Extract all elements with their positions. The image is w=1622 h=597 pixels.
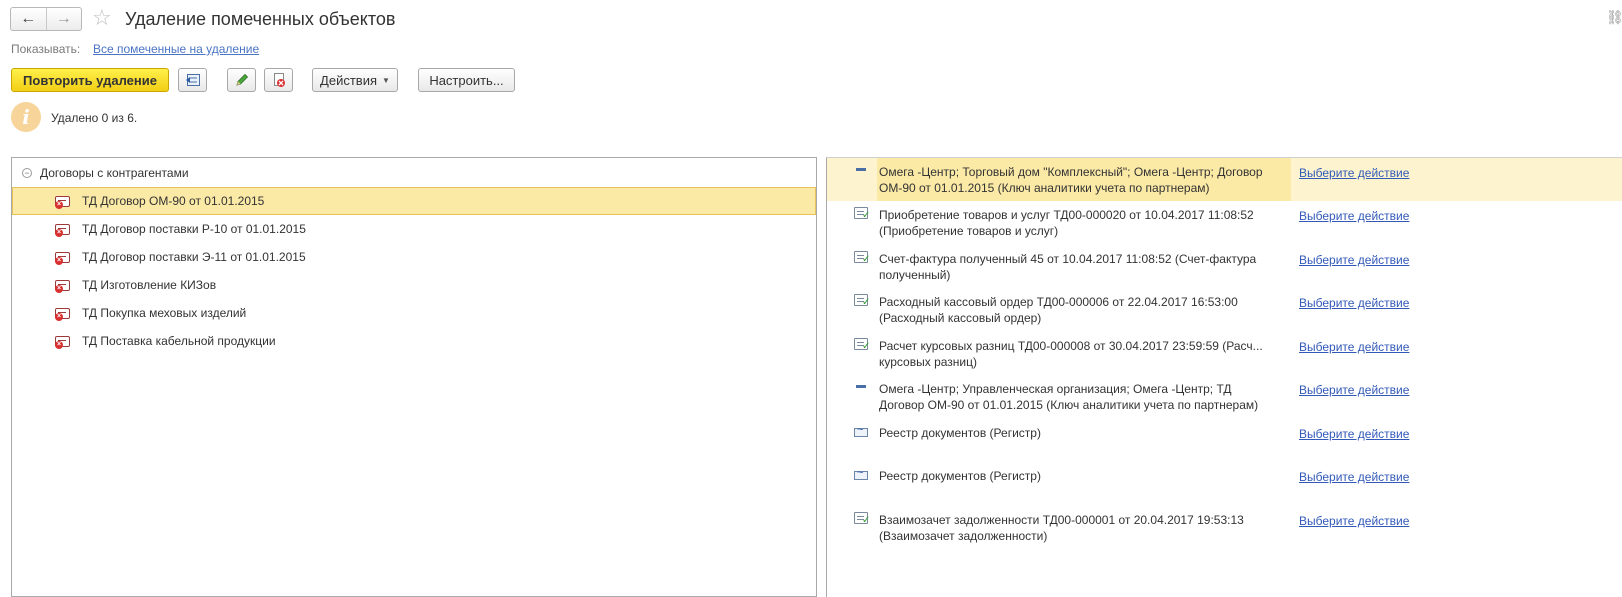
minus-icon xyxy=(854,381,868,393)
tree-group-row[interactable]: − Договоры с контрагентами xyxy=(12,159,816,187)
filter-label: Показывать: xyxy=(11,42,81,56)
document-icon xyxy=(854,338,870,352)
document-icon xyxy=(854,207,870,221)
tree-item[interactable]: × ТД Покупка меховых изделий xyxy=(12,299,816,327)
list-item[interactable]: Реестр документов (Регистр) Выберите дей… xyxy=(827,462,1622,505)
document-icon xyxy=(854,512,870,526)
tree-item-label: ТД Покупка меховых изделий xyxy=(82,306,247,320)
marked-deleted-icon: × xyxy=(55,194,71,209)
list-item-text: Омега -Центр; Управленческая организация… xyxy=(879,382,1259,412)
register-icon xyxy=(854,467,868,480)
list-item[interactable]: Счет-фактура полученный 45 от 10.04.2017… xyxy=(827,245,1622,288)
arrow-left-icon: ← xyxy=(20,10,37,27)
list-item-text: Расчет курсовых разниц ТД00-000008 от 30… xyxy=(879,339,1263,369)
choose-action-link[interactable]: Выберите действие xyxy=(1299,427,1409,441)
actions-dropdown[interactable]: Действия ▼ xyxy=(312,68,398,92)
tree-item-label: ТД Поставка кабельной продукции xyxy=(82,334,276,348)
document-icon xyxy=(854,251,870,265)
linked-objects-list[interactable]: Омега -Центр; Торговый дом "Комплексный"… xyxy=(826,157,1622,597)
delete-document-icon xyxy=(273,73,285,87)
return-to-list-icon xyxy=(185,74,200,86)
list-item-text: Приобретение товаров и услуг ТД00-000020… xyxy=(879,208,1254,238)
tree-item[interactable]: × ТД Поставка кабельной продукции xyxy=(12,327,816,355)
list-item-text: Взаимозачет задолженности ТД00-000001 от… xyxy=(879,513,1244,543)
marked-objects-tree[interactable]: − Договоры с контрагентами × ТД Договор … xyxy=(11,157,817,597)
document-icon xyxy=(854,294,870,308)
list-item-text: Реестр документов (Регистр) xyxy=(879,469,1041,483)
delete-mark-button[interactable] xyxy=(264,68,293,92)
list-item[interactable]: Взаимозачет задолженности ТД00-000001 от… xyxy=(827,506,1622,549)
list-item[interactable]: Расходный кассовый ордер ТД00-000006 от … xyxy=(827,288,1622,331)
list-item-text: Счет-фактура полученный 45 от 10.04.2017… xyxy=(879,252,1257,282)
choose-action-link[interactable]: Выберите действие xyxy=(1299,166,1409,180)
tree-item-label: ТД Договор поставки Р-10 от 01.01.2015 xyxy=(82,222,306,236)
marked-deleted-icon: × xyxy=(55,278,71,293)
collapse-icon[interactable]: − xyxy=(22,168,32,178)
list-item[interactable]: Омега -Центр; Торговый дом "Комплексный"… xyxy=(827,158,1622,201)
status-text: Удалено 0 из 6. xyxy=(51,111,138,125)
choose-action-link[interactable]: Выберите действие xyxy=(1299,253,1409,267)
back-to-list-button[interactable] xyxy=(178,68,207,92)
choose-action-link[interactable]: Выберите действие xyxy=(1299,514,1409,528)
register-icon xyxy=(854,424,868,437)
actions-label: Действия xyxy=(320,72,378,88)
repeat-delete-button[interactable]: Повторить удаление xyxy=(11,68,169,92)
tree-item-label: ТД Договор поставки Э-11 от 01.01.2015 xyxy=(82,250,306,264)
marked-deleted-icon: × xyxy=(55,334,71,349)
settings-button[interactable]: Настроить... xyxy=(418,68,515,92)
page-title: Удаление помеченных объектов xyxy=(125,9,396,29)
filter-link[interactable]: Все помеченные на удаление xyxy=(93,42,259,56)
list-item[interactable]: Омега -Центр; Управленческая организация… xyxy=(827,375,1622,418)
tree-item-label: ТД Изготовление КИЗов xyxy=(82,278,217,292)
navigation-buttons: ← → xyxy=(10,7,82,31)
tree-item[interactable]: × ТД Договор ОМ-90 от 01.01.2015 xyxy=(12,187,816,215)
list-item[interactable]: Приобретение товаров и услуг ТД00-000020… xyxy=(827,201,1622,244)
pencil-icon xyxy=(235,73,248,86)
tree-item[interactable]: × ТД Изготовление КИЗов xyxy=(12,271,816,299)
tree-group-label: Договоры с контрагентами xyxy=(40,166,189,180)
list-item-text: Реестр документов (Регистр) xyxy=(879,426,1041,440)
marked-deleted-icon: × xyxy=(55,222,71,237)
list-item-text: Расходный кассовый ордер ТД00-000006 от … xyxy=(879,295,1238,325)
list-item[interactable]: Реестр документов (Регистр) Выберите дей… xyxy=(827,419,1622,462)
choose-action-link[interactable]: Выберите действие xyxy=(1299,470,1409,484)
list-item[interactable]: Расчет курсовых разниц ТД00-000008 от 30… xyxy=(827,332,1622,375)
minus-icon xyxy=(854,164,868,176)
choose-action-link[interactable]: Выберите действие xyxy=(1299,340,1409,354)
marked-deleted-icon: × xyxy=(55,306,71,321)
dropdown-arrow-icon: ▼ xyxy=(382,75,390,85)
forward-button[interactable]: → xyxy=(45,8,82,30)
tree-item[interactable]: × ТД Договор поставки Э-11 от 01.01.2015 xyxy=(12,243,816,271)
arrow-right-icon: → xyxy=(55,10,72,27)
link-icon[interactable]: ⛓ xyxy=(1606,9,1622,26)
tree-item-label: ТД Договор ОМ-90 от 01.01.2015 xyxy=(82,194,265,208)
back-button[interactable]: ← xyxy=(11,8,46,30)
choose-action-link[interactable]: Выберите действие xyxy=(1299,296,1409,310)
choose-action-link[interactable]: Выберите действие xyxy=(1299,209,1409,223)
choose-action-link[interactable]: Выберите действие xyxy=(1299,383,1409,397)
marked-deleted-icon: × xyxy=(55,250,71,265)
tree-item[interactable]: × ТД Договор поставки Р-10 от 01.01.2015 xyxy=(12,215,816,243)
info-icon: i xyxy=(11,102,41,132)
favorite-star-icon[interactable]: ☆ xyxy=(92,5,112,31)
list-item-text: Омега -Центр; Торговый дом "Комплексный"… xyxy=(877,158,1291,201)
edit-button[interactable] xyxy=(227,68,256,92)
